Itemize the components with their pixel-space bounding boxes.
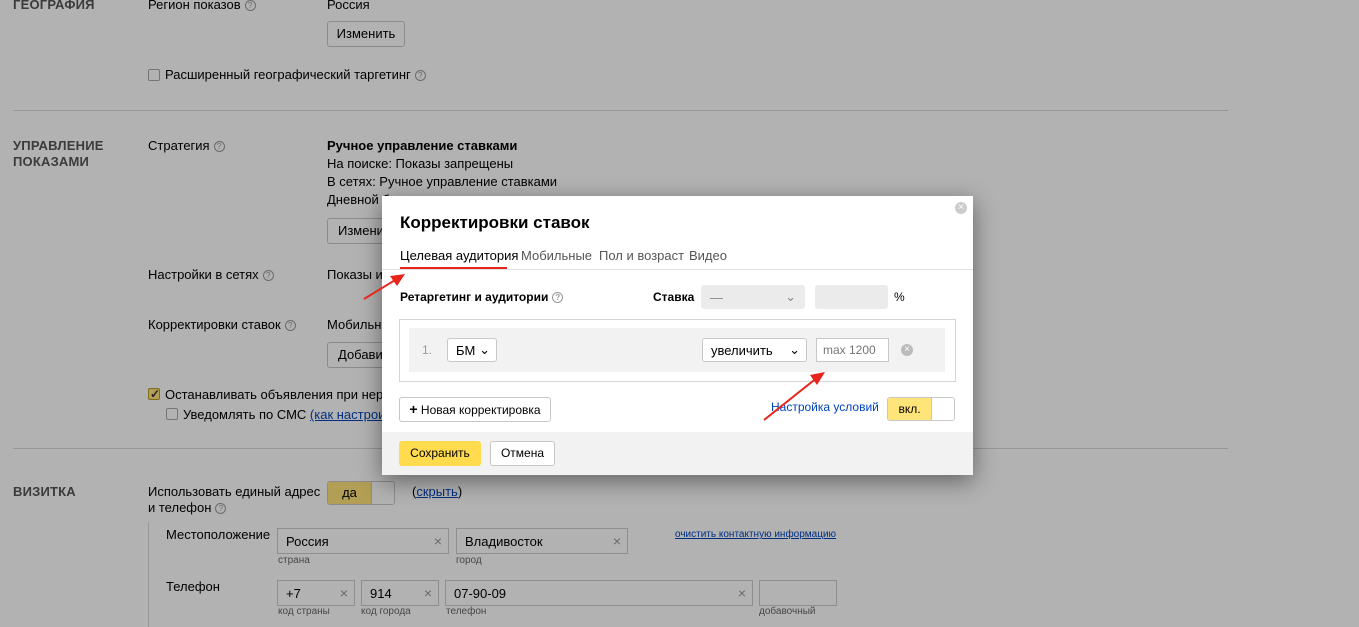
annotation-arrow-tab [363, 274, 405, 300]
annotation-arrows [363, 274, 825, 421]
annotation-arrow-amount [763, 372, 825, 421]
